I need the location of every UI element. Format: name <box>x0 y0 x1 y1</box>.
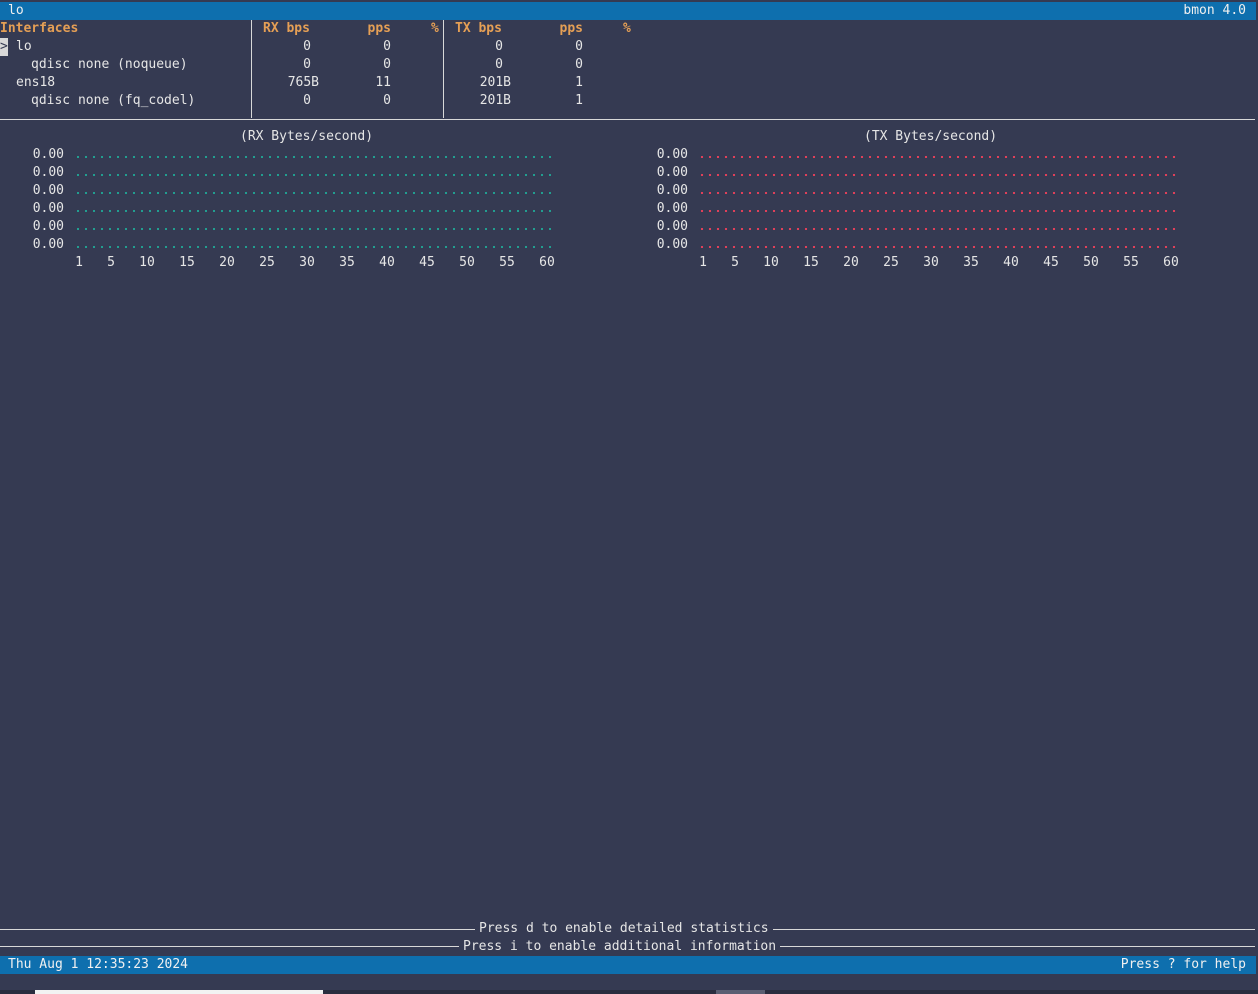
rx-bps-value: 0 <box>303 39 311 54</box>
rx-data-row <box>74 246 554 248</box>
additional-info-hint: Press i to enable additional information <box>459 938 781 956</box>
rx-y-tick-label: 0.00 <box>32 201 64 216</box>
selection-cursor: > <box>0 38 8 56</box>
tx-y-tick-label: 0.00 <box>656 219 688 234</box>
header-tx-pct: % <box>623 21 631 36</box>
tx-x-tick-label: 5 <box>731 255 739 270</box>
rx-data-row <box>74 192 554 194</box>
tx-bps-value: 201B <box>479 75 511 90</box>
rx-pps-value: 0 <box>383 39 391 54</box>
app-version-label: bmon 4.0 <box>1183 3 1246 18</box>
tx-y-tick-label: 0.00 <box>656 183 688 198</box>
rx-x-tick-label: 30 <box>299 255 315 270</box>
tx-data-row <box>698 156 1178 158</box>
rx-pps-value: 11 <box>375 75 391 90</box>
rx-x-tick-label: 45 <box>419 255 435 270</box>
header-tx-bps: TX bps <box>455 21 502 36</box>
tx-data-row <box>698 246 1178 248</box>
rx-y-tick-label: 0.00 <box>32 165 64 180</box>
qdisc-name: qdisc none (noqueue) <box>31 57 188 72</box>
interface-name: ens18 <box>16 75 56 90</box>
tx-data-row <box>698 228 1178 230</box>
rx-bps-value: 765B <box>287 75 319 90</box>
interface-name: lo <box>16 39 32 54</box>
tx-y-tick-label: 0.00 <box>656 201 688 216</box>
tx-pps-value: 1 <box>575 75 583 90</box>
rx-x-tick-label: 60 <box>539 255 555 270</box>
rx-y-tick-label: 0.00 <box>32 237 64 252</box>
rx-x-tick-label: 55 <box>499 255 515 270</box>
tx-pps-value: 0 <box>575 57 583 72</box>
rx-data-row <box>74 228 554 230</box>
rx-data-row <box>74 174 554 176</box>
rx-x-tick-label: 20 <box>219 255 235 270</box>
tx-y-tick-label: 0.00 <box>656 165 688 180</box>
rx-y-tick-label: 0.00 <box>32 183 64 198</box>
title-bar: lo bmon 4.0 <box>0 2 1256 20</box>
tx-x-tick-label: 30 <box>923 255 939 270</box>
rx-y-tick-label: 0.00 <box>32 219 64 234</box>
tx-data-row <box>698 210 1178 212</box>
tx-x-tick-label: 25 <box>883 255 899 270</box>
rx-bps-value: 0 <box>303 93 311 108</box>
tx-y-tick-label: 0.00 <box>656 237 688 252</box>
rx-y-tick-label: 0.00 <box>32 147 64 162</box>
tx-graph-title: (TX Bytes/second) <box>864 129 998 144</box>
status-bar: Thu Aug 1 12:35:23 2024 Press ? for help <box>0 956 1256 974</box>
tx-x-tick-label: 35 <box>963 255 979 270</box>
header-rx-pps: pps <box>367 21 391 36</box>
tx-x-tick-label: 45 <box>1043 255 1059 270</box>
tx-pps-value: 0 <box>575 39 583 54</box>
tx-bps-value: 0 <box>495 39 503 54</box>
table-divider <box>0 119 1255 120</box>
tx-pps-value: 1 <box>575 93 583 108</box>
tx-x-tick-label: 1 <box>699 255 707 270</box>
header-interfaces: Interfaces <box>0 21 79 36</box>
rx-data-row <box>74 156 554 158</box>
tx-y-tick-label: 0.00 <box>656 147 688 162</box>
rx-x-tick-label: 40 <box>379 255 395 270</box>
tx-x-tick-label: 15 <box>803 255 819 270</box>
header-tx-pps: pps <box>559 21 583 36</box>
tx-x-tick-label: 55 <box>1123 255 1139 270</box>
tx-x-tick-label: 60 <box>1163 255 1179 270</box>
tx-data-row <box>698 174 1178 176</box>
tx-x-tick-label: 10 <box>763 255 779 270</box>
rx-data-row <box>74 210 554 212</box>
rx-graph-title: (RX Bytes/second) <box>240 129 374 144</box>
current-interface-label: lo <box>8 3 24 18</box>
rx-pps-value: 0 <box>383 93 391 108</box>
tx-data-row <box>698 192 1178 194</box>
column-separator-rx <box>251 20 252 118</box>
detailed-stats-hint: Press d to enable detailed statistics <box>475 920 773 938</box>
tx-x-tick-label: 40 <box>1003 255 1019 270</box>
header-rx-bps: RX bps <box>263 21 310 36</box>
rx-x-tick-label: 35 <box>339 255 355 270</box>
rx-x-tick-label: 50 <box>459 255 475 270</box>
rx-x-tick-label: 15 <box>179 255 195 270</box>
tx-x-tick-label: 20 <box>843 255 859 270</box>
rx-pps-value: 0 <box>383 57 391 72</box>
rx-x-tick-label: 10 <box>139 255 155 270</box>
datetime-label: Thu Aug 1 12:35:23 2024 <box>8 957 189 972</box>
tx-x-tick-label: 50 <box>1083 255 1099 270</box>
taskbar-item[interactable] <box>716 990 765 994</box>
rx-x-tick-label: 1 <box>75 255 83 270</box>
taskbar-item-active[interactable] <box>35 990 323 994</box>
column-separator-tx <box>443 20 444 118</box>
qdisc-name: qdisc none (fq_codel) <box>31 93 196 108</box>
help-hint: Press ? for help <box>1120 957 1246 972</box>
rx-x-tick-label: 25 <box>259 255 275 270</box>
tx-bps-value: 0 <box>495 57 503 72</box>
rx-x-tick-label: 5 <box>107 255 115 270</box>
rx-bps-value: 0 <box>303 57 311 72</box>
header-rx-pct: % <box>431 21 439 36</box>
tx-bps-value: 201B <box>479 93 511 108</box>
